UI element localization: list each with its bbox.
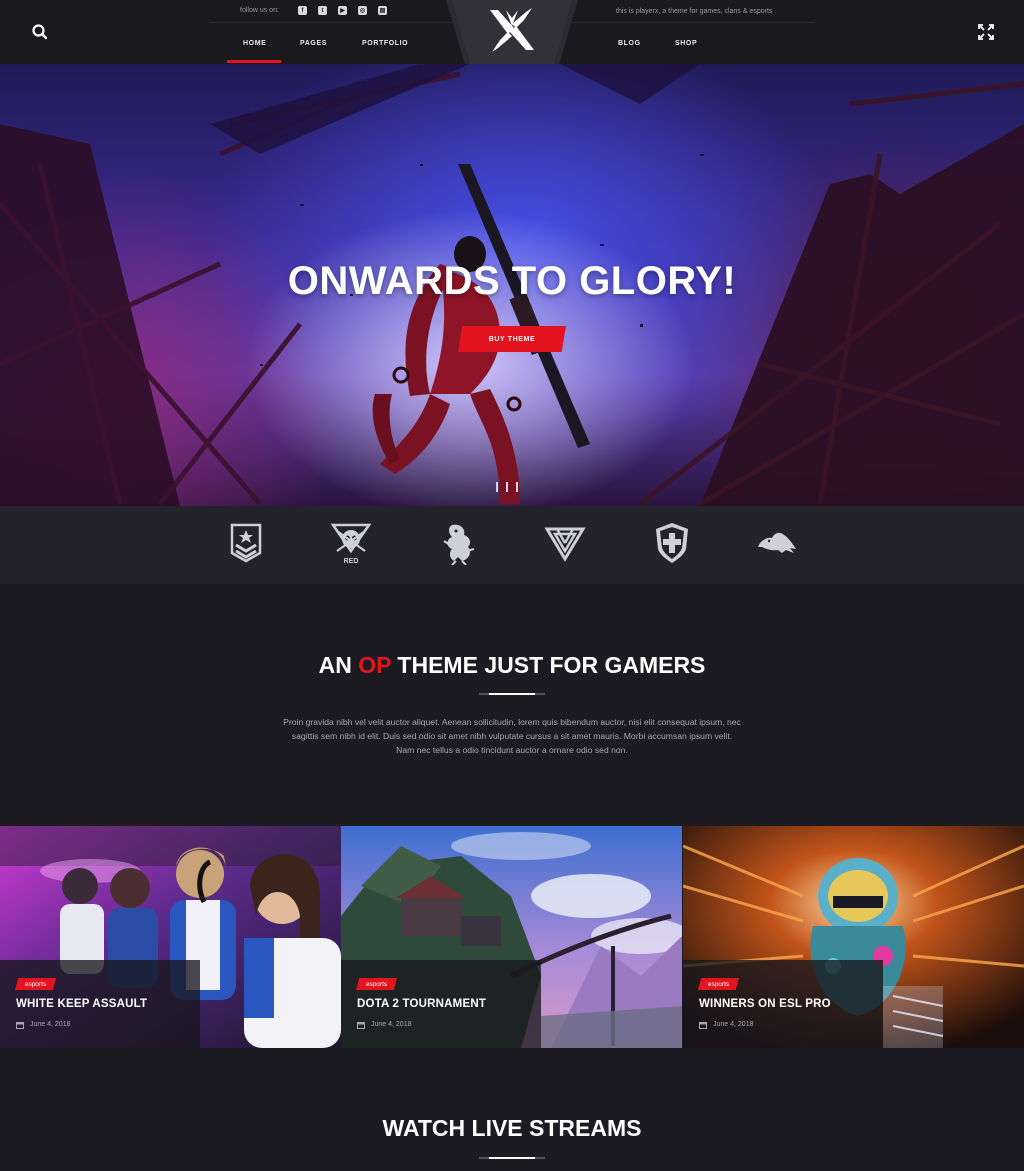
card-category-tag[interactable]: esports [698,978,739,990]
nav-portfolio[interactable]: PORTFOLIO [362,40,408,47]
skull-red-badge-icon[interactable]: RED [329,521,373,565]
hero-title: ONWARDS TO GLORY! [287,259,737,303]
buy-theme-button[interactable]: BUY THEME [458,326,566,352]
chevron-star-badge-icon[interactable] [224,521,268,565]
nav-shop[interactable]: SHOP [675,40,697,47]
card-date: June 4, 2018 [713,1021,754,1028]
social-links: f t ▶ ◎ ▤ [298,6,387,15]
news-card-white-keep[interactable]: esports WHITE KEEP ASSAULT June 4, 2018 [0,826,341,1048]
skull-badge-text: RED [344,558,359,565]
streams-heading: WATCH LIVE STREAMS [382,1115,642,1141]
news-card-dota2[interactable]: esports DOTA 2 TOURNAMENT June 4, 2018 [341,826,682,1048]
shield-cross-badge-icon[interactable] [650,521,694,565]
about-heading: AN OP THEME JUST FOR GAMERS [0,652,1024,679]
instagram-icon[interactable]: ◎ [358,6,367,15]
about-heading-suffix: THEME JUST FOR GAMERS [391,652,706,678]
about-heading-highlight: OP [358,652,392,678]
nav-pages[interactable]: PAGES [300,40,327,47]
card-category-tag[interactable]: esports [356,978,397,990]
news-card-esl-pro[interactable]: esports WINNERS ON ESL PRO June 4, 2018 [683,826,1024,1048]
card-title[interactable]: WHITE KEEP ASSAULT [16,998,147,1010]
twitter-icon[interactable]: t [318,6,327,15]
header-tagline: this is playerx, a theme for games, clan… [616,8,773,15]
raven-badge-icon[interactable] [756,521,800,565]
site-header: follow us on: f t ▶ ◎ ▤ this is playerx,… [0,0,1024,68]
about-paragraph: Proin gravida nibh vel velit auctor aliq… [283,717,741,755]
triangle-badge-icon[interactable] [543,521,587,565]
card-category-tag[interactable]: esports [15,978,56,990]
nav-home[interactable]: HOME [243,40,266,47]
youtube-icon[interactable]: ▶ [338,6,347,15]
twitch-icon[interactable]: ▤ [378,6,387,15]
hero-banner: ONWARDS TO GLORY! BUY THEME [0,64,1024,506]
expand-icon[interactable] [978,24,994,40]
clan-badges-bar: RED [0,506,1024,584]
facebook-icon[interactable]: f [298,6,307,15]
nav-blog[interactable]: BLOG [618,40,641,47]
playerx-logo-icon[interactable] [446,0,578,68]
nav-active-indicator [227,60,281,63]
streams-divider [479,1157,545,1159]
calendar-icon [357,1022,365,1029]
calendar-icon [16,1022,24,1029]
card-date: June 4, 2018 [371,1021,412,1028]
card-title[interactable]: WINNERS ON ESL PRO [699,998,831,1010]
lion-badge-icon[interactable] [436,521,480,565]
card-title[interactable]: DOTA 2 TOURNAMENT [357,998,486,1010]
card-date: June 4, 2018 [30,1021,71,1028]
calendar-icon [699,1022,707,1029]
about-divider [479,693,545,695]
follow-us-label: follow us on: [240,7,279,14]
about-heading-prefix: AN [318,652,359,678]
search-icon[interactable] [30,22,50,42]
